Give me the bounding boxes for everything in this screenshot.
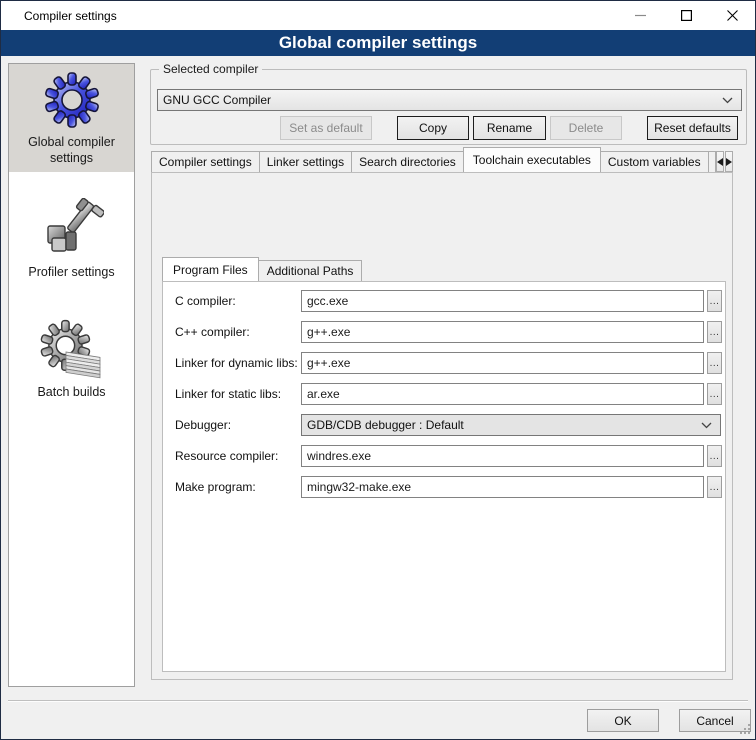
maximize-icon	[681, 10, 692, 21]
title-bar: Compiler settings	[1, 1, 755, 30]
maximize-button[interactable]	[663, 1, 709, 30]
sidebar-item-batch-builds[interactable]: Batch builds	[9, 314, 134, 406]
window-controls	[617, 1, 755, 30]
arrow-right-icon	[726, 158, 732, 166]
sidebar-item-profiler-settings[interactable]: Profiler settings	[9, 194, 134, 286]
rename-button[interactable]: Rename	[473, 116, 546, 140]
caliper-icon	[40, 198, 104, 262]
dynamic-linker-browse-button[interactable]: ...	[707, 352, 722, 374]
sidebar-item-label: Batch builds	[37, 384, 105, 400]
debugger-select[interactable]: GDB/CDB debugger : Default	[301, 414, 721, 436]
static-linker-browse-button[interactable]: ...	[707, 383, 722, 405]
settings-tab-bar: Compiler settings Linker settings Search…	[151, 147, 733, 172]
footer-divider	[8, 700, 748, 702]
c-compiler-browse-button[interactable]: ...	[707, 290, 722, 312]
make-program-browse-button[interactable]: ...	[707, 476, 722, 498]
gray-gear-stack-icon	[40, 318, 104, 382]
resource-compiler-label: Resource compiler:	[175, 445, 278, 467]
minimize-button[interactable]	[617, 1, 663, 30]
cpp-compiler-label: C++ compiler:	[175, 321, 250, 343]
form-row: Linker for static libs: ar.exe ...	[163, 383, 725, 405]
form-row: Resource compiler: windres.exe ...	[163, 445, 725, 467]
form-row: C++ compiler: g++.exe ...	[163, 321, 725, 343]
arrow-left-icon	[717, 158, 723, 166]
window-title: Compiler settings	[1, 9, 117, 23]
dialog-banner: Global compiler settings	[1, 30, 755, 56]
reset-defaults-button[interactable]: Reset defaults	[647, 116, 738, 140]
tab-additional-paths[interactable]: Additional Paths	[258, 260, 363, 281]
tab-scroll-left-button[interactable]	[716, 151, 724, 172]
banner-title: Global compiler settings	[279, 33, 477, 53]
sidebar-item-label: Profiler settings	[28, 264, 114, 280]
make-program-label: Make program:	[175, 476, 256, 498]
tab-linker-settings[interactable]: Linker settings	[259, 151, 352, 172]
resource-compiler-input[interactable]: windres.exe	[301, 445, 704, 467]
tab-build-options[interactable]: Build	[708, 151, 716, 172]
debugger-label: Debugger:	[175, 414, 231, 436]
tab-toolchain-executables[interactable]: Toolchain executables	[463, 147, 601, 172]
copy-button[interactable]: Copy	[397, 116, 469, 140]
compiler-select-value: GNU GCC Compiler	[163, 93, 271, 107]
minimize-icon	[635, 10, 646, 21]
c-compiler-input[interactable]: gcc.exe	[301, 290, 704, 312]
ok-button[interactable]: OK	[587, 709, 659, 732]
settings-category-list: Global compiler settings Profiler settin…	[8, 63, 135, 687]
program-files-panel: C compiler: gcc.exe ... C++ compiler: g+…	[162, 281, 726, 672]
tab-program-files[interactable]: Program Files	[162, 257, 259, 281]
tab-search-directories[interactable]: Search directories	[351, 151, 464, 172]
program-files-tab-bar: Program Files Additional Paths	[162, 257, 726, 281]
form-row: Linker for dynamic libs: g++.exe ...	[163, 352, 725, 374]
static-linker-input[interactable]: ar.exe	[301, 383, 704, 405]
static-linker-label: Linker for static libs:	[175, 383, 281, 405]
blue-gear-icon	[40, 68, 104, 132]
tab-scroll-right-button[interactable]	[725, 151, 733, 172]
selected-compiler-group: Selected compiler GNU GCC Compiler Set a…	[150, 69, 747, 145]
set-as-default-button[interactable]: Set as default	[280, 116, 372, 140]
debugger-select-value: GDB/CDB debugger : Default	[307, 418, 464, 432]
form-row: Debugger: GDB/CDB debugger : Default	[163, 414, 725, 436]
close-icon	[727, 10, 738, 21]
dynamic-linker-label: Linker for dynamic libs:	[175, 352, 298, 374]
chevron-down-icon	[722, 97, 733, 104]
tab-custom-variables[interactable]: Custom variables	[600, 151, 709, 172]
form-row: Make program: mingw32-make.exe ...	[163, 476, 725, 498]
close-button[interactable]	[709, 1, 755, 30]
tab-compiler-settings[interactable]: Compiler settings	[151, 151, 260, 172]
compiler-select[interactable]: GNU GCC Compiler	[157, 89, 742, 111]
dynamic-linker-input[interactable]: g++.exe	[301, 352, 704, 374]
form-row: C compiler: gcc.exe ...	[163, 290, 725, 312]
cancel-button[interactable]: Cancel	[679, 709, 751, 732]
compiler-settings-dialog: Compiler settings Global compiler settin…	[0, 0, 756, 740]
make-program-input[interactable]: mingw32-make.exe	[301, 476, 704, 498]
cpp-compiler-browse-button[interactable]: ...	[707, 321, 722, 343]
selected-compiler-group-label: Selected compiler	[159, 62, 262, 76]
c-compiler-label: C compiler:	[175, 290, 236, 312]
sidebar-item-label: Global compiler settings	[11, 134, 132, 166]
resize-grip[interactable]	[748, 732, 750, 734]
delete-button[interactable]: Delete	[550, 116, 622, 140]
resource-compiler-browse-button[interactable]: ...	[707, 445, 722, 467]
chevron-down-icon	[701, 422, 712, 429]
sidebar-item-global-compiler-settings[interactable]: Global compiler settings	[9, 64, 134, 172]
cpp-compiler-input[interactable]: g++.exe	[301, 321, 704, 343]
